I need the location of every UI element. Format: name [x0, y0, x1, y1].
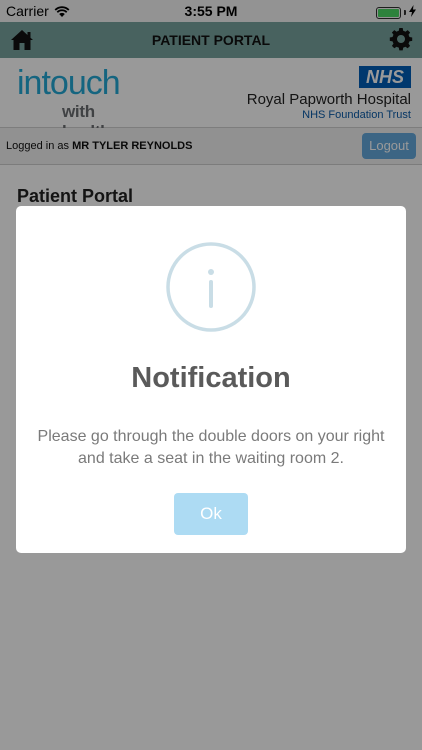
dialog-title: Notification	[131, 362, 291, 394]
info-icon	[166, 242, 256, 332]
dialog-message: Please go through the double doors on yo…	[37, 428, 385, 467]
ok-button[interactable]: Ok	[174, 493, 248, 535]
notification-dialog: Notification Please go through the doubl…	[16, 206, 406, 553]
